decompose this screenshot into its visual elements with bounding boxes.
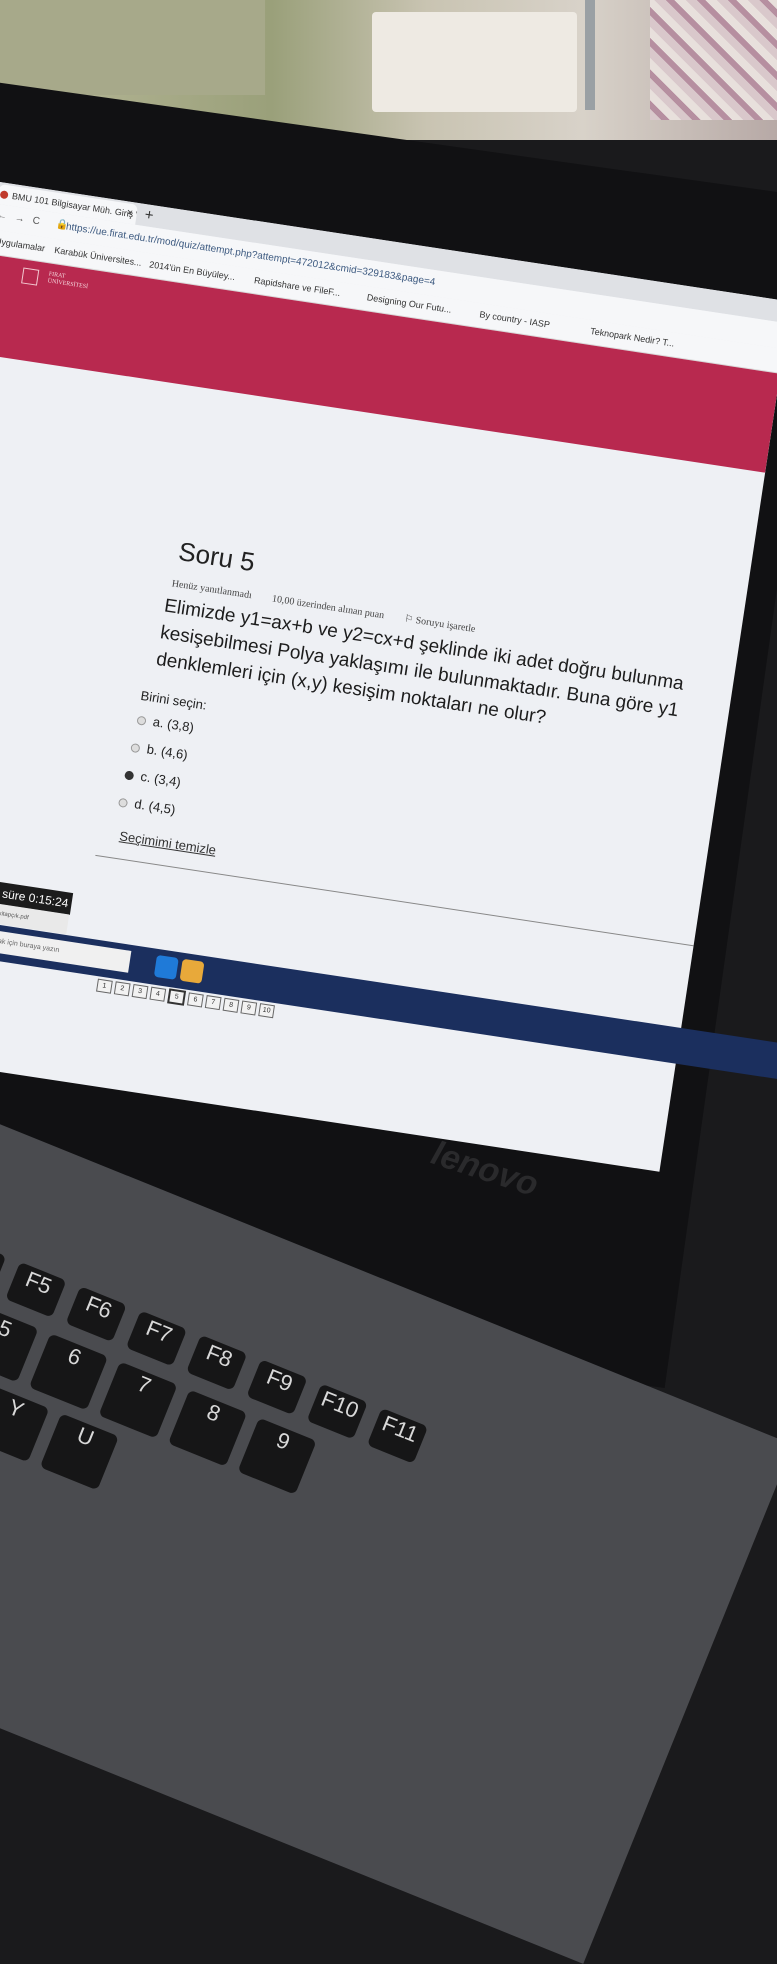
key-f5[interactable]: F5 <box>5 1261 67 1318</box>
option-d[interactable]: d. (4,5) <box>117 794 176 817</box>
radio-button[interactable] <box>136 715 147 726</box>
radio-button[interactable] <box>117 797 129 809</box>
quiz-page-button[interactable]: 10 <box>258 1003 275 1019</box>
question-text: Elimizde y1=ax+b ve y2=cx+d şeklinde iki… <box>154 595 686 729</box>
key-9[interactable]: 9 <box>237 1417 317 1495</box>
option-b[interactable]: b. (4,6) <box>130 739 189 762</box>
site-favicon-icon <box>0 190 9 200</box>
key-f11[interactable]: F11 <box>366 1407 429 1464</box>
key-6[interactable]: 6 <box>28 1333 109 1411</box>
key-y[interactable]: Y <box>0 1385 50 1463</box>
key-5[interactable]: 5 <box>0 1305 39 1383</box>
bookmark-iasp[interactable]: By country - IASP <box>479 309 551 330</box>
key-f9[interactable]: F9 <box>246 1359 308 1416</box>
edge-icon[interactable] <box>153 954 179 980</box>
key-f4[interactable]: F4 <box>0 1237 7 1294</box>
sofa <box>0 0 265 95</box>
quiz-page-button[interactable]: 4 <box>149 986 167 1002</box>
quiz-page-button[interactable]: 2 <box>113 981 131 997</box>
clear-selection-link[interactable]: Seçimimi temizle <box>118 828 217 857</box>
bookmark-apps[interactable]: Uygulamalar <box>0 236 46 253</box>
key-f10[interactable]: F10 <box>306 1383 368 1440</box>
browser-screen: BMU 101 Bilgisayar Müh. Giriş V × + ←→C … <box>0 182 777 1172</box>
patterned-cloth <box>650 0 777 120</box>
quiz-page-button[interactable]: 8 <box>222 997 240 1013</box>
choose-prompt: Birini seçin: <box>139 687 208 713</box>
quiz-page-button[interactable]: 1 <box>96 978 113 994</box>
quiz-page-button[interactable]: 9 <box>240 1000 258 1016</box>
key-f6[interactable]: F6 <box>65 1286 127 1343</box>
option-c[interactable]: c. (3,4) <box>124 766 182 790</box>
new-tab-button[interactable]: + <box>143 204 155 227</box>
key-8[interactable]: 8 <box>167 1389 248 1467</box>
radio-button[interactable] <box>130 743 141 754</box>
quiz-page-button[interactable]: 6 <box>187 992 204 1008</box>
key-u[interactable]: U <box>39 1413 119 1491</box>
quiz-page-button[interactable]: 3 <box>131 983 149 1000</box>
radio-button-checked[interactable] <box>124 770 135 781</box>
quiz-page-button[interactable]: 7 <box>204 995 222 1011</box>
option-a[interactable]: a. (3,8) <box>136 712 195 735</box>
key-f7[interactable]: F7 <box>125 1310 188 1367</box>
walker-frame <box>585 0 595 110</box>
university-logo-text: FIRAT ÜNİVERSİTESİ <box>47 271 89 291</box>
back-forward-reload-icons[interactable]: ←→C <box>0 210 48 229</box>
key-7[interactable]: 7 <box>98 1361 178 1439</box>
key-f8[interactable]: F8 <box>186 1334 248 1391</box>
side-table <box>372 12 577 112</box>
question-title: Soru 5 <box>176 536 257 578</box>
divider <box>95 854 709 949</box>
university-seal-icon <box>21 267 40 286</box>
quiz-page-button-current[interactable]: 5 <box>167 988 187 1006</box>
chrome-icon[interactable] <box>179 958 205 984</box>
